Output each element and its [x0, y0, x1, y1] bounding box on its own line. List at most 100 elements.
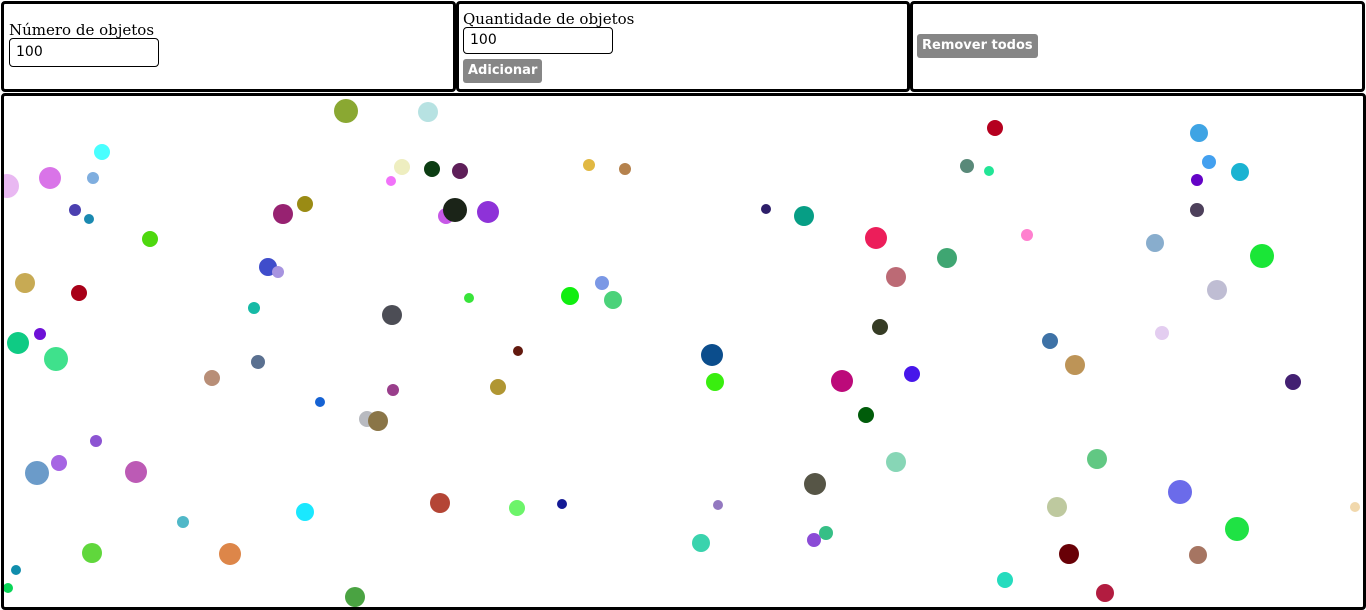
- object-circle: [125, 461, 147, 483]
- object-circle: [1190, 203, 1204, 217]
- object-circle: [1146, 234, 1164, 252]
- quantidade-objetos-input[interactable]: 100: [463, 27, 613, 54]
- object-circle: [509, 500, 525, 516]
- object-circle: [34, 328, 46, 340]
- object-circle: [1042, 333, 1058, 349]
- object-circle: [1189, 546, 1207, 564]
- object-circle: [4, 174, 19, 198]
- quantidade-objetos-label: Quantidade de objetos: [463, 10, 635, 28]
- object-circle: [15, 273, 35, 293]
- object-circle: [382, 305, 402, 325]
- object-circle: [713, 500, 723, 510]
- object-circle: [513, 346, 523, 356]
- object-circle: [1087, 449, 1107, 469]
- object-circle: [90, 435, 102, 447]
- object-circle: [937, 248, 957, 268]
- object-circle: [248, 302, 260, 314]
- object-circle: [430, 493, 450, 513]
- object-circle: [477, 201, 499, 223]
- object-circle: [701, 344, 723, 366]
- object-circle: [386, 176, 396, 186]
- object-circle: [7, 332, 29, 354]
- object-circle: [387, 384, 399, 396]
- object-circle: [25, 461, 49, 485]
- object-circle: [84, 214, 94, 224]
- object-circle: [960, 159, 974, 173]
- object-circle: [1231, 163, 1249, 181]
- numero-objetos-label: Número de objetos: [9, 21, 155, 39]
- object-circle: [94, 144, 110, 160]
- object-circle: [692, 534, 710, 552]
- object-circle: [69, 204, 81, 216]
- object-circle: [82, 543, 102, 563]
- object-circle: [334, 99, 358, 123]
- object-circle: [219, 543, 241, 565]
- object-circle: [51, 455, 67, 471]
- object-circle: [87, 172, 99, 184]
- object-circle: [204, 370, 220, 386]
- object-circle: [561, 287, 579, 305]
- remover-panel: Remover todos: [910, 1, 1365, 92]
- object-circle: [273, 204, 293, 224]
- object-circle: [394, 159, 410, 175]
- object-circle: [44, 347, 68, 371]
- object-circle: [865, 227, 887, 249]
- object-circle: [1021, 229, 1033, 241]
- object-circle: [296, 503, 314, 521]
- object-circle: [706, 373, 724, 391]
- object-circle: [251, 355, 265, 369]
- object-circle: [368, 411, 388, 431]
- object-circle: [1096, 584, 1114, 602]
- object-circle: [831, 370, 853, 392]
- object-circle: [142, 231, 158, 247]
- object-circle: [1190, 124, 1208, 142]
- object-circle: [315, 397, 325, 407]
- object-circle: [1047, 497, 1067, 517]
- object-circle: [858, 407, 874, 423]
- object-circle: [452, 163, 468, 179]
- object-circle: [1225, 517, 1249, 541]
- object-circle: [443, 198, 467, 222]
- object-circle: [1250, 244, 1274, 268]
- object-circle: [1059, 544, 1079, 564]
- object-circle: [272, 266, 284, 278]
- object-circle: [987, 120, 1003, 136]
- object-circle: [11, 565, 21, 575]
- object-circle: [794, 206, 814, 226]
- adicionar-button[interactable]: Adicionar: [463, 59, 543, 83]
- object-circle: [904, 366, 920, 382]
- object-circle: [804, 473, 826, 495]
- remover-todos-button[interactable]: Remover todos: [917, 34, 1038, 58]
- object-circle: [1191, 174, 1203, 186]
- object-circle: [761, 204, 771, 214]
- quantidade-objetos-panel: Quantidade de objetos 100 Adicionar: [456, 1, 910, 92]
- object-circle: [1155, 326, 1169, 340]
- objects-canvas: [1, 93, 1366, 610]
- object-circle: [1168, 480, 1192, 504]
- object-circle: [71, 285, 87, 301]
- numero-objetos-panel: Número de objetos 100: [1, 1, 456, 92]
- object-circle: [424, 161, 440, 177]
- object-circle: [872, 319, 888, 335]
- object-circle: [604, 291, 622, 309]
- object-circle: [1207, 280, 1227, 300]
- object-circle: [177, 516, 189, 528]
- object-circle: [1202, 155, 1216, 169]
- object-circle: [619, 163, 631, 175]
- object-circle: [886, 267, 906, 287]
- object-circle: [490, 379, 506, 395]
- object-circle: [4, 583, 13, 593]
- object-circle: [819, 526, 833, 540]
- object-circle: [464, 293, 474, 303]
- object-circle: [557, 499, 567, 509]
- object-circle: [418, 102, 438, 122]
- object-circle: [1285, 374, 1301, 390]
- object-circle: [1065, 355, 1085, 375]
- object-circle: [39, 167, 61, 189]
- object-circle: [583, 159, 595, 171]
- object-circle: [984, 166, 994, 176]
- object-circle: [1350, 502, 1360, 512]
- object-circle: [345, 587, 365, 607]
- object-circle: [997, 572, 1013, 588]
- numero-objetos-input[interactable]: 100: [9, 38, 159, 67]
